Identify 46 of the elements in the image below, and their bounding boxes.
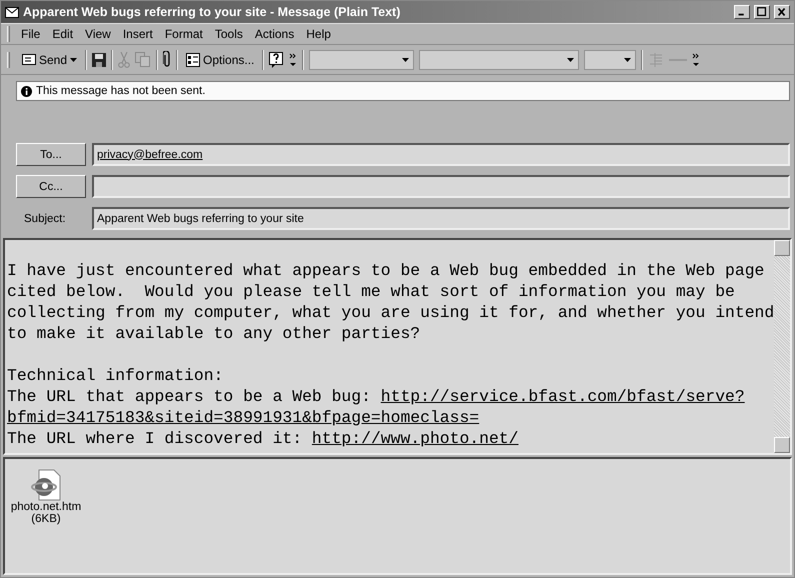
close-button[interactable] <box>774 5 790 19</box>
body-text: The URL where I discovered it: <box>7 429 304 448</box>
body-text: The URL that appears to be a Web bug: <box>7 387 372 406</box>
input-field[interactable] <box>92 175 790 198</box>
address-button[interactable]: Cc... <box>16 175 86 198</box>
message-paragraph: I have just encountered what appears to be a Web bug embedded in the Web page cited below. Would you please tell me what sort of information you may be collecting from my computer, what you are using it for, and whether you intend to make it available to any other parties? <box>7 260 774 344</box>
caret-icon <box>70 58 78 62</box>
chevron-icon[interactable] <box>692 52 700 66</box>
menu-item[interactable]: Edit <box>47 27 78 41</box>
scrollbar[interactable] <box>774 240 790 453</box>
attachment-size: (6KB) <box>31 513 61 525</box>
info-message: This message has not been sent. <box>36 85 206 97</box>
menu-item[interactable]: Format <box>160 27 208 41</box>
url-link[interactable]: bfmid=34175183&siteid=38991931&bfpage=homeclass= <box>7 408 480 427</box>
info-icon <box>21 86 32 96</box>
url-link[interactable]: http://www.photo.net/ <box>312 429 518 448</box>
send-button[interactable]: Send <box>19 50 80 68</box>
minimize-button[interactable] <box>734 5 750 19</box>
save-icon[interactable] <box>92 52 106 66</box>
web-page-icon[interactable] <box>31 469 61 501</box>
envelope-icon <box>22 54 36 65</box>
menu-item[interactable]: Tools <box>210 27 248 41</box>
field-label: Subject: <box>23 212 67 224</box>
address-button[interactable]: To... <box>16 143 86 166</box>
menu-item[interactable]: Help <box>301 27 336 41</box>
caret-icon <box>567 58 574 62</box>
paperclip-icon[interactable] <box>163 51 172 68</box>
attachment-name[interactable]: photo.net.htm <box>10 501 82 513</box>
envelope-icon <box>5 6 19 18</box>
help-icon[interactable] <box>269 52 284 68</box>
menu-item[interactable]: Insert <box>118 27 158 41</box>
options-button[interactable]: Options... <box>183 50 258 68</box>
message-body[interactable] <box>3 238 792 455</box>
caret-icon <box>402 58 410 62</box>
chevron-icon[interactable] <box>289 52 298 66</box>
menu-item[interactable]: View <box>80 27 116 41</box>
window-title: Apparent Web bugs referring to your site - Message (Plain Text) <box>23 5 402 19</box>
menu-item[interactable]: Actions <box>250 27 300 41</box>
body-text: Technical information: <box>7 365 224 386</box>
caret-icon <box>624 58 632 62</box>
maximize-button[interactable] <box>754 5 770 19</box>
menu-item[interactable]: File <box>16 27 46 41</box>
input-field[interactable]: privacy@befree.com <box>92 143 790 166</box>
input-field[interactable]: Apparent Web bugs referring to your site <box>92 207 790 230</box>
url-link[interactable]: http://service.bfast.com/bfast/serve? <box>380 387 745 406</box>
options-icon <box>186 52 200 66</box>
